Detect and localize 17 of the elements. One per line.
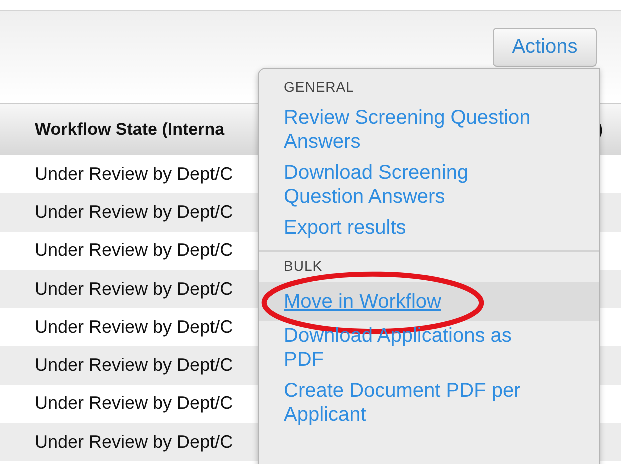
table-cell: Under Review by Dept/C — [35, 393, 234, 414]
menu-item[interactable]: Review Screening Question Answers — [284, 106, 554, 154]
table-cell: Under Review by Dept/C — [35, 278, 234, 300]
table-cell: Under Review by Dept/C — [35, 316, 234, 338]
table-cell: Under Review by Dept/C — [35, 355, 234, 376]
menu-item[interactable]: Export results — [284, 216, 554, 240]
table-cell: Under Review by Dept/C — [35, 202, 234, 223]
menu-item[interactable]: Download Applications as PDF — [284, 324, 554, 372]
table-cell: Under Review by Dept/C — [35, 432, 234, 453]
actions-button[interactable]: Actions — [493, 28, 597, 67]
column-header: Workflow State (Interna — [35, 120, 225, 140]
table-cell: Under Review by Dept/C — [35, 240, 234, 262]
section-heading: GENERAL — [283, 79, 356, 95]
menu-item[interactable]: Create Document PDF per Applicant — [284, 379, 554, 427]
section-heading: BULK — [283, 258, 324, 274]
table-cell: Under Review by Dept/C — [35, 164, 234, 185]
menu-item[interactable]: Download Screening Question Answers — [284, 161, 554, 209]
